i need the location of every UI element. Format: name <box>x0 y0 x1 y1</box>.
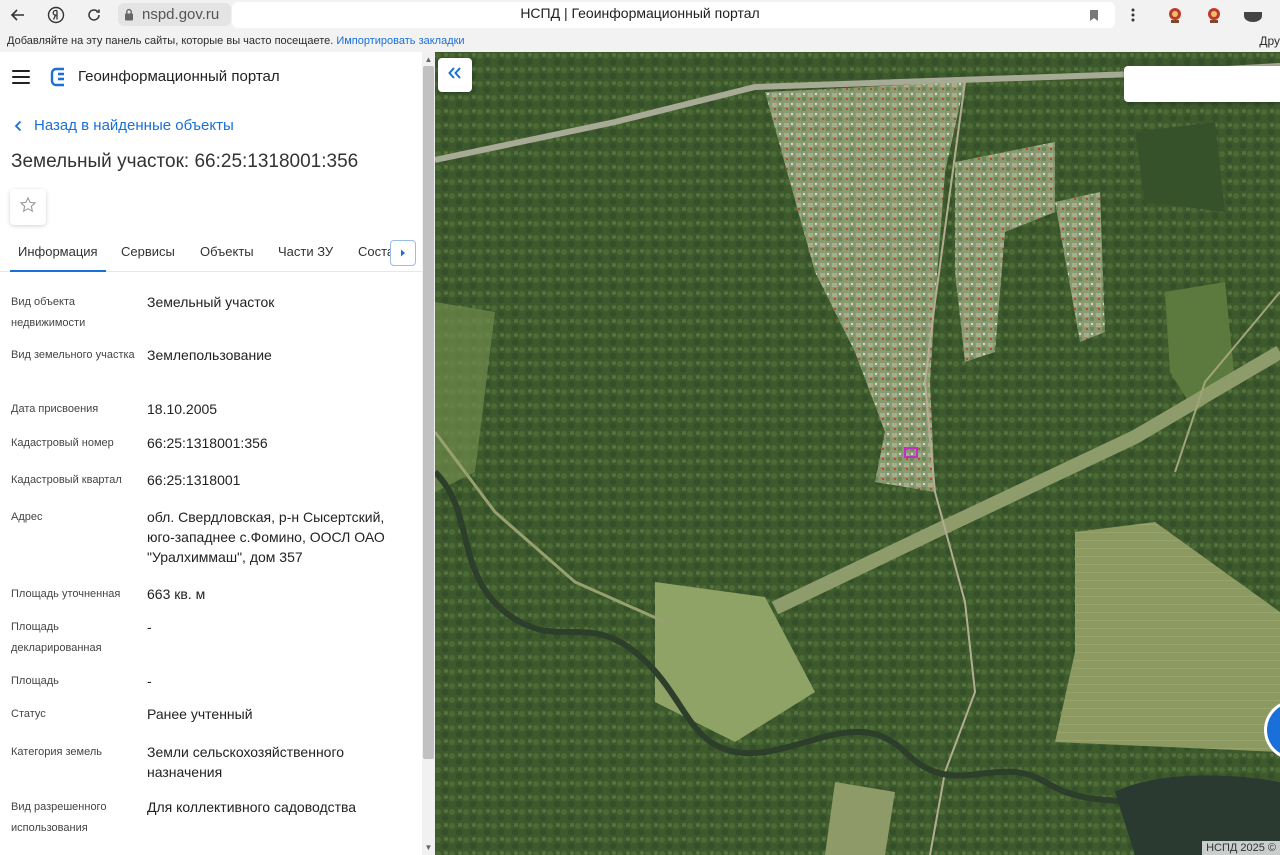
prop-value: - <box>147 619 152 635</box>
yandex-icon[interactable] <box>44 3 68 27</box>
page-title: Земельный участок: 66:25:1318001:356 <box>11 151 359 172</box>
bookmarks-bar: Добавляйте на эту панель сайты, которые … <box>0 30 1280 52</box>
prop-value: 66:25:1318001 <box>147 472 241 488</box>
prop-label: Адрес <box>11 511 43 523</box>
prop-value: Земельный участок <box>147 294 275 310</box>
collapse-panel-button[interactable] <box>438 58 472 92</box>
prop-label: Вид разрешенного использования <box>11 801 107 834</box>
tab-information[interactable]: Информация <box>10 244 106 272</box>
extension-icon-2[interactable] <box>1203 4 1225 26</box>
scrollbar-thumb[interactable] <box>423 66 434 759</box>
tab-services[interactable]: Сервисы <box>121 244 175 259</box>
map-search-input[interactable] <box>1124 66 1280 102</box>
prop-label: Кадастровый квартал <box>11 474 122 486</box>
prop-label: Статус <box>11 708 46 720</box>
prop-value: 66:25:1318001:356 <box>147 435 268 451</box>
portal-logo-icon[interactable] <box>50 67 68 92</box>
object-info-panel: Геоинформационный портал Назад в найденн… <box>0 52 422 855</box>
satellite-map[interactable]: НСПД 2025 © <box>435 52 1280 855</box>
bookmark-icon[interactable] <box>1087 4 1101 26</box>
panel-header: Геоинформационный портал <box>0 52 422 102</box>
tabs-scroll-right-button[interactable] <box>390 240 416 266</box>
caret-right-icon <box>400 244 406 262</box>
prop-value: Землепользование <box>147 347 272 363</box>
portal-title[interactable]: Геоинформационный портал <box>78 68 280 85</box>
prop-value: Земли сельскохозяйственного назначения <box>147 744 345 780</box>
prop-label: Площадь декларированная <box>11 621 102 654</box>
reload-icon[interactable] <box>82 3 106 27</box>
chevron-left-icon <box>14 120 22 132</box>
address-bar[interactable] <box>232 2 1115 28</box>
profile-icon[interactable] <box>1242 4 1264 26</box>
prop-label: Категория земель <box>11 746 102 758</box>
prop-label: Кадастровый номер <box>11 437 114 449</box>
back-link-label: Назад в найденные объекты <box>34 117 234 134</box>
prop-value: обл. Свердловская, р-н Сысертский, юго-з… <box>147 509 385 565</box>
prop-label: Вид объекта недвижимости <box>11 296 86 329</box>
star-icon <box>19 195 37 219</box>
url-text: nspd.gov.ru <box>142 6 220 23</box>
scroll-down-arrow-icon[interactable]: ▼ <box>424 843 433 852</box>
scroll-up-arrow-icon[interactable]: ▲ <box>424 55 433 64</box>
prop-value: Ранее учтенный <box>147 706 253 722</box>
map-imagery <box>435 52 1280 855</box>
menu-kebab-icon[interactable] <box>1126 4 1140 26</box>
hamburger-menu-icon[interactable] <box>12 70 30 84</box>
url-field[interactable]: nspd.gov.ru <box>118 3 231 26</box>
tab-objects[interactable]: Объекты <box>200 244 254 259</box>
tab-land-parts[interactable]: Части ЗУ <box>278 244 333 259</box>
prop-label: Площадь уточненная <box>11 588 121 600</box>
prop-label: Вид земельного участка <box>11 349 135 361</box>
prop-value: - <box>147 673 152 689</box>
browser-toolbar: nspd.gov.ru НСПД | Геоинформационный пор… <box>0 0 1280 30</box>
prop-value: Для коллективного садоводства <box>147 799 357 815</box>
double-chevron-left-icon <box>448 66 462 84</box>
prop-value: 663 кв. м <box>147 586 206 602</box>
extension-icon[interactable] <box>1164 4 1186 26</box>
import-bookmarks-link[interactable]: Импортировать закладки <box>336 35 464 47</box>
other-bookmarks[interactable]: Дру <box>1259 34 1280 48</box>
tab-composition[interactable]: Соста <box>358 244 394 259</box>
prop-value: 18.10.2005 <box>147 401 218 417</box>
panel-scrollbar[interactable]: ▲ ▼ <box>422 52 435 855</box>
favorite-button[interactable] <box>10 189 46 225</box>
lock-icon <box>124 8 134 21</box>
back-to-results-link[interactable]: Назад в найденные объекты <box>14 117 234 134</box>
bookmarks-hint: Добавляйте на эту панель сайты, которые … <box>7 35 334 47</box>
info-tabs: Информация Сервисы Объекты Части ЗУ Сост… <box>0 232 422 272</box>
prop-label: Площадь <box>11 675 59 687</box>
prop-label: Дата присвоения <box>11 403 99 415</box>
back-arrow-icon[interactable] <box>6 3 30 27</box>
map-copyright: НСПД 2025 © <box>1202 841 1280 855</box>
